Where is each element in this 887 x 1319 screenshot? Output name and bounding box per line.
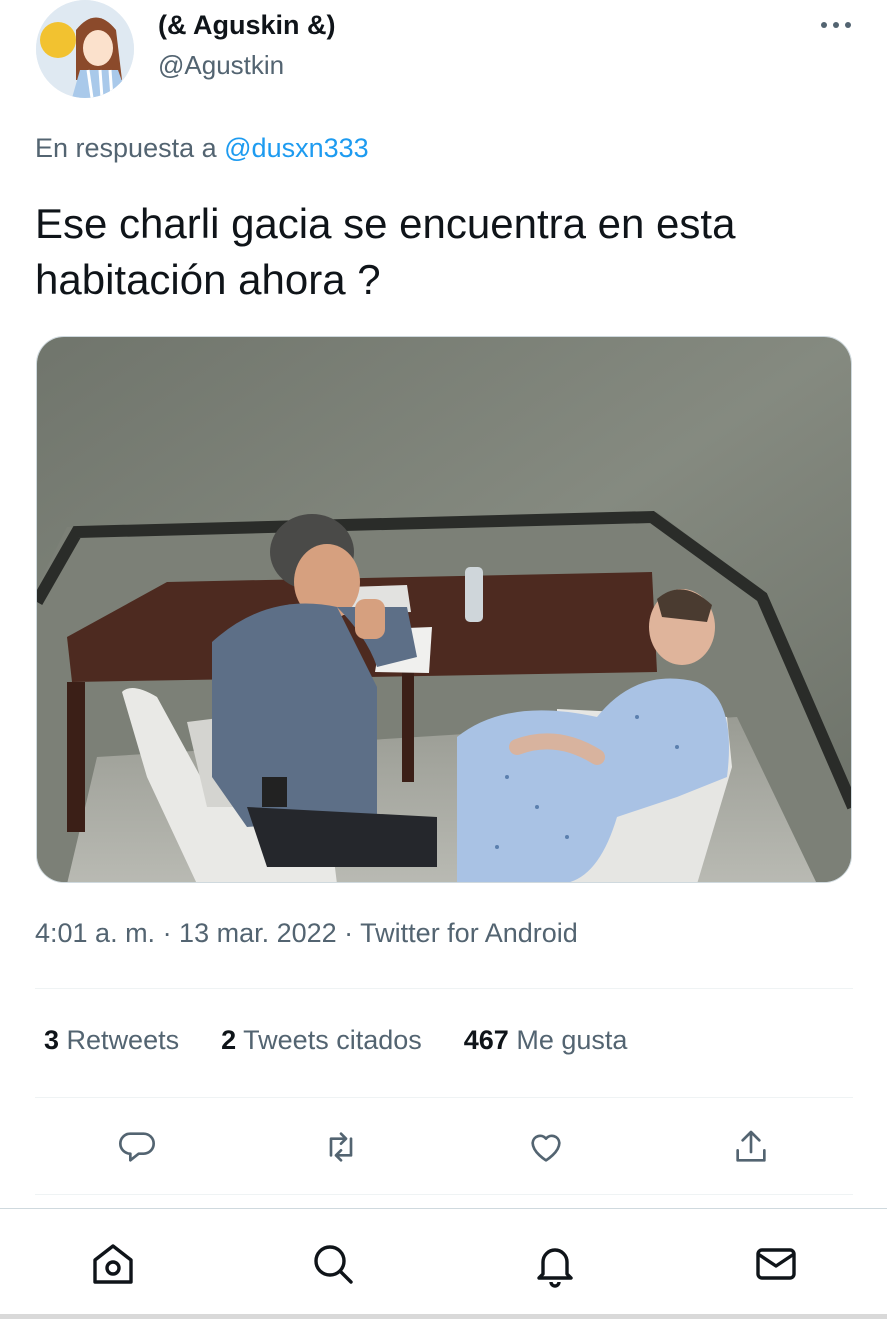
more-options-icon[interactable] — [816, 12, 856, 38]
gesture-bar — [0, 1314, 887, 1319]
engagement-stats: 3 Retweets 2 Tweets citados 467 Me gusta — [44, 1025, 669, 1056]
home-icon[interactable] — [88, 1238, 138, 1290]
search-icon[interactable] — [308, 1238, 358, 1290]
share-icon[interactable] — [726, 1122, 776, 1172]
user-handle[interactable]: @Agustkin — [158, 50, 284, 81]
likes-stat[interactable]: 467 Me gusta — [464, 1025, 628, 1056]
reply-to-handle[interactable]: @dusxn333 — [224, 133, 369, 163]
likes-label: Me gusta — [516, 1025, 628, 1055]
retweet-icon[interactable] — [316, 1122, 366, 1172]
divider — [35, 988, 853, 989]
bottom-nav-separator — [0, 1208, 887, 1209]
messages-icon[interactable] — [751, 1238, 801, 1290]
avatar[interactable] — [36, 0, 134, 98]
tweet-timestamp[interactable]: 4:01 a. m. · 13 mar. 2022 · Twitter for … — [35, 918, 578, 949]
retweets-stat[interactable]: 3 Retweets — [44, 1025, 179, 1056]
like-icon[interactable] — [521, 1122, 571, 1172]
tweet-text: Ese charli gacia se encuentra en esta ha… — [35, 200, 736, 303]
reply-icon[interactable] — [112, 1122, 162, 1172]
notifications-icon[interactable] — [530, 1238, 580, 1290]
retweets-count: 3 — [44, 1025, 60, 1055]
quotes-label: Tweets citados — [243, 1025, 422, 1055]
quotes-count: 2 — [221, 1025, 237, 1055]
retweets-label: Retweets — [66, 1025, 180, 1055]
display-name[interactable]: (& Aguskin &) — [158, 10, 336, 41]
tweet-photo[interactable] — [36, 336, 852, 883]
quotes-stat[interactable]: 2 Tweets citados — [221, 1025, 422, 1056]
divider — [35, 1194, 853, 1195]
reply-context: En respuesta a @dusxn333 — [35, 133, 369, 164]
likes-count: 467 — [463, 1025, 509, 1055]
reply-prefix: En respuesta a — [35, 133, 217, 163]
divider — [35, 1097, 853, 1098]
